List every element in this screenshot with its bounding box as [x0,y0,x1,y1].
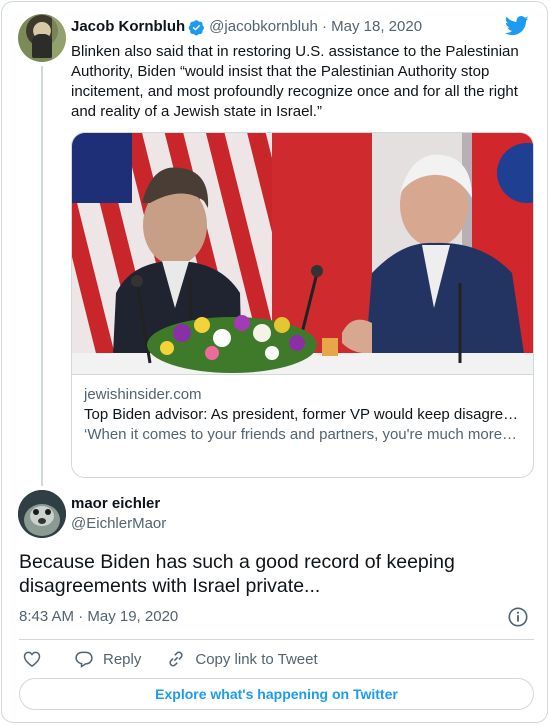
copy-link-button[interactable]: Copy link to Tweet [166,649,318,669]
link-preview-image [72,133,533,374]
reply-icon [75,651,93,668]
link-title: Top Biden advisor: As president, former … [84,406,519,423]
verified-badge-icon [188,19,205,35]
link-description: ‘When it comes to your friends and partn… [84,426,521,443]
reply-label: Reply [103,650,142,668]
reply-timestamp[interactable]: 8:43 AM · May 19, 2020 [19,607,178,627]
explore-button[interactable]: Explore what's happening on Twitter [19,678,534,710]
reply-button[interactable]: Reply [74,649,141,669]
separator-dot: · [317,18,332,35]
like-button[interactable] [22,649,42,669]
reply-header: maor eichler @EichlerMaor [71,494,166,534]
heart-icon [23,651,41,667]
action-bar: Reply Copy link to Tweet [19,647,318,671]
link-preview-card[interactable]: jewishinsider.com Top Biden advisor: As … [71,132,534,478]
tweet-date[interactable]: May 18, 2020 [331,17,422,37]
link-icon [169,651,183,667]
tweet-embed-card: Jacob Kornbluh @jacobkornbluh · May 18, … [1,1,548,723]
reply-text: Because Biden has such a good record of … [19,551,455,597]
link-preview-text: jewishinsider.com Top Biden advisor: As … [72,374,533,445]
reply-author-handle[interactable]: @EichlerMaor [71,514,166,534]
tweet-text: Blinken also said that in restoring U.S.… [71,43,519,120]
divider [19,639,534,640]
author-name[interactable]: Jacob Kornbluh [71,17,185,37]
info-icon[interactable] [507,606,529,628]
twitter-bird-icon[interactable] [505,16,529,36]
author-avatar[interactable] [18,14,66,62]
copy-link-label: Copy link to Tweet [195,650,318,668]
tweet-header: Jacob Kornbluh @jacobkornbluh · May 18, … [71,17,422,37]
thread-connector-line [41,66,43,486]
link-domain: jewishinsider.com [84,386,202,403]
author-handle[interactable]: @jacobkornbluh [209,17,318,37]
reply-author-name[interactable]: maor eichler [71,494,166,514]
reply-author-avatar[interactable] [18,490,66,538]
